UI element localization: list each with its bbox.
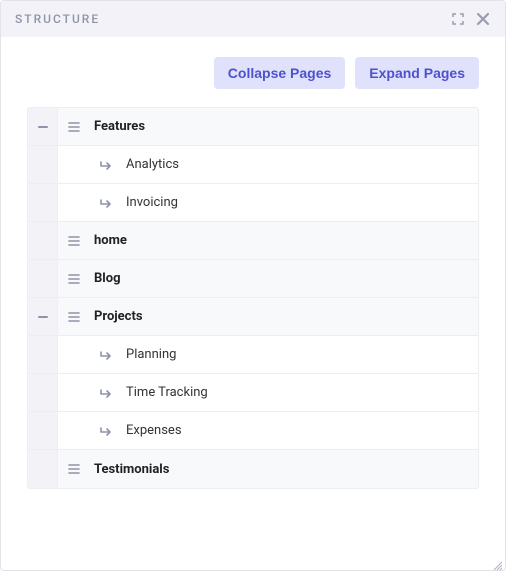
expand-pages-button[interactable]: Expand Pages [355, 57, 479, 89]
tree-item-label: Features [90, 108, 145, 145]
child-arrow-icon [99, 426, 113, 436]
caret-spacer [28, 336, 58, 373]
tree-row[interactable]: Features [28, 108, 478, 146]
tree-row[interactable]: Planning [28, 336, 478, 374]
drag-handle[interactable] [58, 260, 90, 297]
tree-item-label: Planning [122, 336, 176, 373]
tree-row[interactable]: Projects [28, 298, 478, 336]
caret-spacer [28, 412, 58, 449]
tree-item-label: home [90, 222, 127, 259]
collapse-toggle[interactable] [28, 108, 58, 145]
tree-item-label: Analytics [122, 146, 179, 183]
caret-spacer [28, 374, 58, 411]
caret-spacer [28, 184, 58, 221]
drag-grip-icon [68, 464, 80, 474]
panel-header-icons [451, 11, 491, 27]
child-handle[interactable] [58, 412, 122, 449]
tree-item-label: Invoicing [122, 184, 178, 221]
drag-grip-icon [68, 274, 80, 284]
collapse-icon [37, 121, 49, 133]
caret-spacer [28, 146, 58, 183]
button-row: Collapse Pages Expand Pages [27, 57, 479, 89]
child-handle[interactable] [58, 336, 122, 373]
tree-row[interactable]: home [28, 222, 478, 260]
tree-list: FeaturesAnalyticsInvoicinghomeBlogProjec… [27, 107, 479, 489]
close-icon[interactable] [475, 11, 491, 27]
child-handle[interactable] [58, 184, 122, 221]
tree-row[interactable]: Testimonials [28, 450, 478, 488]
structure-panel: STRUCTURE Collapse Pages Expand Pages [0, 0, 506, 571]
tree-row[interactable]: Analytics [28, 146, 478, 184]
tree-item-label: Expenses [122, 412, 182, 449]
collapse-icon [37, 311, 49, 323]
panel-title: STRUCTURE [15, 12, 100, 26]
drag-handle[interactable] [58, 298, 90, 335]
drag-grip-icon [68, 122, 80, 132]
tree-item-label: Blog [90, 260, 121, 297]
expand-icon[interactable] [451, 12, 465, 26]
tree-row[interactable]: Blog [28, 260, 478, 298]
drag-handle[interactable] [58, 450, 90, 488]
caret-spacer [28, 222, 58, 259]
caret-spacer [28, 260, 58, 297]
child-handle[interactable] [58, 146, 122, 183]
drag-handle[interactable] [58, 222, 90, 259]
drag-grip-icon [68, 312, 80, 322]
caret-spacer [28, 450, 58, 488]
child-arrow-icon [99, 198, 113, 208]
child-arrow-icon [99, 350, 113, 360]
child-arrow-icon [99, 388, 113, 398]
panel-body: Collapse Pages Expand Pages FeaturesAnal… [1, 37, 505, 570]
collapse-toggle[interactable] [28, 298, 58, 335]
child-handle[interactable] [58, 374, 122, 411]
tree-row[interactable]: Invoicing [28, 184, 478, 222]
tree-row[interactable]: Expenses [28, 412, 478, 450]
tree-item-label: Projects [90, 298, 143, 335]
child-arrow-icon [99, 160, 113, 170]
tree-item-label: Time Tracking [122, 374, 208, 411]
resize-grip-icon[interactable] [491, 556, 503, 568]
collapse-pages-button[interactable]: Collapse Pages [214, 57, 346, 89]
tree-row[interactable]: Time Tracking [28, 374, 478, 412]
drag-grip-icon [68, 236, 80, 246]
drag-handle[interactable] [58, 108, 90, 145]
tree-item-label: Testimonials [90, 450, 169, 488]
panel-header: STRUCTURE [1, 1, 505, 37]
